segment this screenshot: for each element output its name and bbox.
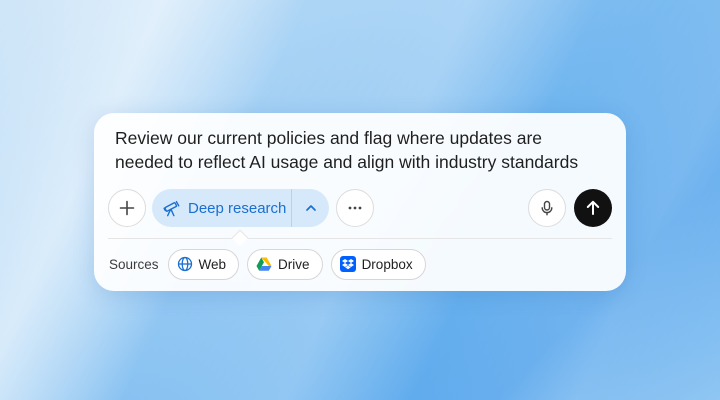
voice-input-button[interactable] — [528, 189, 566, 227]
source-chip-web[interactable]: Web — [167, 248, 240, 280]
deep-research-button[interactable]: Deep research — [152, 189, 291, 227]
divider — [108, 238, 612, 239]
add-attachment-button[interactable] — [108, 189, 146, 227]
arrow-up-icon — [584, 199, 602, 217]
source-chip-drive[interactable]: Drive — [247, 248, 323, 280]
source-chip-label: Dropbox — [361, 256, 413, 272]
composer-toolbar: Deep research — [108, 189, 612, 227]
popover-pointer — [231, 229, 249, 247]
google-drive-icon — [256, 256, 272, 272]
source-chip-label: Web — [198, 256, 227, 272]
globe-icon — [177, 256, 193, 272]
send-button[interactable] — [574, 189, 612, 227]
source-chip-dropbox[interactable]: Dropbox — [330, 248, 426, 280]
ellipsis-icon — [347, 200, 363, 216]
prompt-text[interactable]: Review our current policies and flag whe… — [115, 126, 605, 174]
source-chip-label: Drive — [278, 256, 310, 272]
more-options-button[interactable] — [336, 189, 374, 227]
deep-research-label: Deep research — [188, 199, 287, 217]
plus-icon — [119, 200, 135, 216]
sources-bar: Sources Web Drive Dropbox — [109, 248, 434, 280]
chevron-up-icon — [304, 201, 318, 215]
research-mode-selector: Deep research — [152, 189, 329, 227]
sources-label: Sources — [109, 256, 159, 272]
telescope-icon — [162, 199, 181, 218]
chat-composer-card: Review our current policies and flag whe… — [94, 113, 626, 291]
dropbox-icon — [339, 256, 356, 272]
mode-dropdown-toggle[interactable] — [292, 189, 329, 227]
microphone-icon — [539, 200, 555, 216]
